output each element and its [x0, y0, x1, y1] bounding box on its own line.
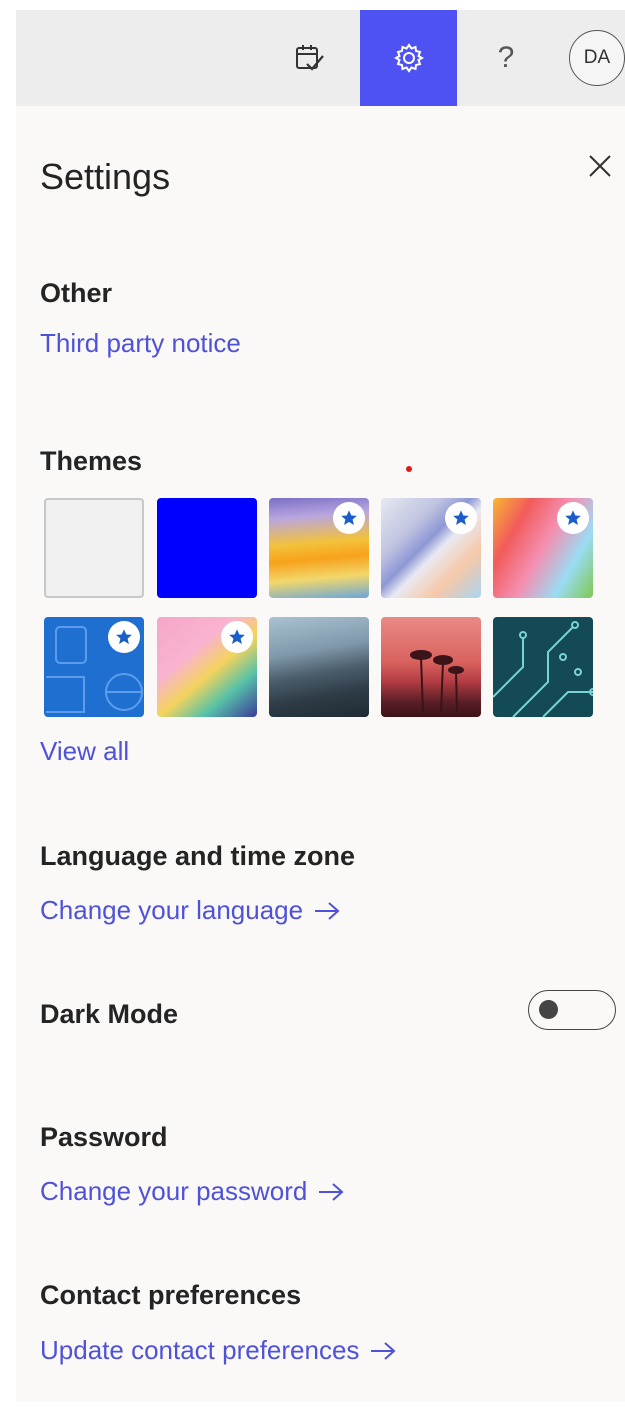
- dark-mode-heading: Dark Mode: [40, 999, 179, 1029]
- theme-tile-default-light[interactable]: [44, 498, 144, 598]
- theme-tile-silver-ribbons[interactable]: [381, 498, 481, 598]
- circuit-pattern: [493, 621, 593, 717]
- update-contact-preferences-link[interactable]: Update contact preferences: [40, 1335, 397, 1366]
- theme-tile-rainbow-waves[interactable]: [269, 498, 369, 598]
- avatar-initials: DA: [583, 47, 611, 68]
- premium-star-badge: [108, 621, 140, 653]
- todo-button[interactable]: [278, 10, 342, 106]
- password-heading: Password: [40, 1122, 168, 1152]
- theme-tile-palm-sunset[interactable]: [381, 617, 481, 717]
- theme-tile-blue[interactable]: [157, 498, 257, 598]
- theme-tile-blue-sketch[interactable]: [44, 617, 144, 717]
- top-header-bar: ? DA: [16, 10, 625, 106]
- third-party-notice-link[interactable]: Third party notice: [40, 328, 241, 359]
- change-language-label: Change your language: [40, 895, 304, 925]
- theme-tile-circuit[interactable]: [493, 617, 593, 717]
- change-language-link[interactable]: Change your language: [40, 895, 341, 926]
- theme-tile-pink-map[interactable]: [157, 617, 257, 717]
- help-button[interactable]: ?: [471, 10, 541, 106]
- star-icon: [116, 629, 132, 645]
- palm-silhouette: [410, 650, 464, 713]
- third-party-notice-label: Third party notice: [40, 328, 241, 358]
- star-icon: [453, 510, 469, 526]
- premium-star-badge: [557, 502, 589, 534]
- settings-panel: Settings Other Third party notice Themes: [16, 106, 625, 1402]
- arrow-right-icon: [369, 1340, 397, 1362]
- language-heading: Language and time zone: [40, 841, 356, 871]
- dark-mode-toggle[interactable]: [528, 990, 616, 1030]
- arrow-right-icon: [313, 900, 341, 922]
- star-icon: [565, 510, 581, 526]
- change-password-link[interactable]: Change your password: [40, 1176, 345, 1207]
- view-all-themes-link[interactable]: View all: [40, 736, 129, 767]
- premium-star-badge: [333, 502, 365, 534]
- theme-tile-colorful-illustration[interactable]: [493, 498, 593, 598]
- contact-preferences-heading: Contact preferences: [40, 1280, 302, 1310]
- settings-button[interactable]: [360, 10, 457, 106]
- other-heading: Other: [40, 278, 113, 308]
- star-icon: [229, 629, 245, 645]
- star-icon: [341, 510, 357, 526]
- premium-star-badge: [221, 621, 253, 653]
- red-dot-marker: [406, 466, 412, 472]
- change-password-label: Change your password: [40, 1176, 308, 1206]
- arrow-right-icon: [317, 1181, 345, 1203]
- gear-icon: [393, 43, 424, 73]
- theme-tile-mountain-snow[interactable]: [269, 617, 369, 717]
- left-margin: [0, 0, 16, 1411]
- page-title: Settings: [40, 156, 171, 197]
- help-icon: ?: [497, 41, 515, 74]
- themes-heading: Themes: [40, 446, 143, 476]
- close-icon: [589, 155, 611, 177]
- avatar[interactable]: DA: [569, 30, 625, 86]
- premium-star-badge: [445, 502, 477, 534]
- view-all-label: View all: [40, 736, 130, 766]
- top-margin: [0, 0, 625, 10]
- close-button[interactable]: [584, 150, 616, 182]
- themes-grid: [44, 498, 596, 719]
- todo-calendar-icon: [296, 45, 324, 71]
- update-contact-preferences-label: Update contact preferences: [40, 1335, 360, 1365]
- bottom-margin: [0, 1402, 625, 1411]
- toggle-knob: [539, 1000, 558, 1019]
